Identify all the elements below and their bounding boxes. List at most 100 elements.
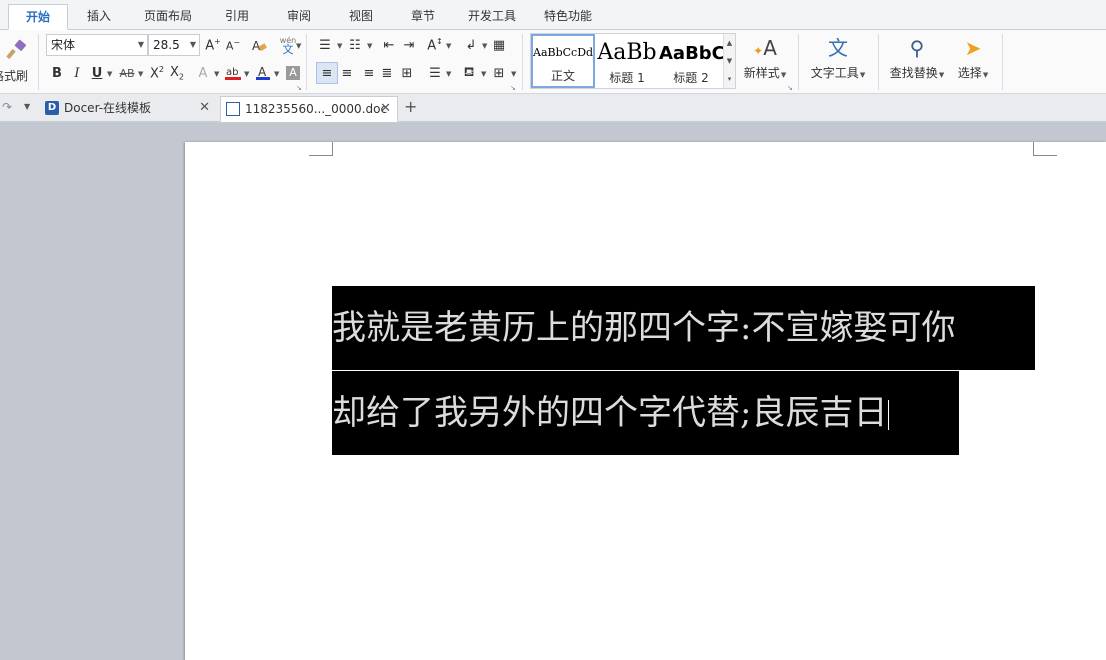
text-caret	[888, 400, 890, 430]
selected-text-line[interactable]: 却给了我另外的四个字代替;良辰吉日	[332, 371, 959, 455]
more-styles-icon[interactable]: ▾	[724, 70, 735, 88]
tab-home[interactable]: 开始	[8, 4, 68, 30]
decrease-indent-button[interactable]: ⇤	[378, 34, 400, 56]
pinyin-char: 文	[282, 43, 294, 56]
style-heading-2-label: 标题 2	[673, 71, 709, 85]
new-style-icon: ✦A	[753, 36, 777, 60]
scroll-up-icon[interactable]: ▲	[724, 34, 735, 52]
italic-button[interactable]: I	[66, 62, 88, 84]
document-page[interactable]: 我就是老黄历上的那四个字:不宣嫁娶可你 却给了我另外的四个字代替;良辰吉日	[185, 142, 1106, 660]
style-heading-1[interactable]: AaBb 标题 1	[595, 34, 659, 88]
text-tools-label: 文字工具	[810, 66, 859, 80]
new-style-button[interactable]: ✦A 新样式▼	[740, 32, 790, 90]
chevron-down-icon: ▼	[189, 40, 196, 49]
format-painter-button[interactable]: 格式刷	[0, 32, 34, 90]
chevron-down-icon: ▼	[244, 70, 250, 78]
tab-document-label: 118235560..._0000.doc	[245, 102, 388, 116]
style-normal-label: 正文	[550, 69, 575, 83]
line-spacing-icon: ☰	[429, 65, 441, 81]
sort-button[interactable]: ↲	[460, 34, 482, 56]
tab-features[interactable]: 特色功能	[536, 4, 600, 30]
line-spacing-button[interactable]: ☰	[424, 62, 446, 84]
document-workspace: 我就是老黄历上的那四个字:不宣嫁娶可你 却给了我另外的四个字代替;良辰吉日	[0, 123, 1106, 660]
close-icon[interactable]: ✕	[199, 96, 210, 120]
redo-icon[interactable]: ↷	[2, 100, 12, 114]
chevron-down-icon: ▼	[367, 42, 373, 50]
eraser-icon: A	[252, 39, 267, 53]
outdent-icon: ⇤	[383, 37, 395, 53]
highlight-button[interactable]: ab	[222, 62, 244, 84]
bullet-list-icon: ☰	[319, 37, 331, 53]
dialog-launcher-icon[interactable]: ↘	[787, 84, 793, 92]
shrink-font-button[interactable]: A−	[222, 34, 244, 56]
chevron-down-icon: ▼	[982, 71, 989, 79]
dialog-launcher-icon[interactable]: ↘	[296, 84, 302, 92]
chevron-down-icon: ▼	[107, 70, 113, 78]
numbering-button[interactable]: ☷	[344, 34, 366, 56]
close-icon[interactable]: ✕	[380, 97, 391, 121]
chevron-down-icon: ▼	[859, 71, 866, 79]
strikethrough-button[interactable]: AB	[116, 62, 138, 84]
tab-insert[interactable]: 插入	[74, 4, 124, 30]
style-normal-preview: AaBbCcDd	[533, 46, 593, 59]
tab-section[interactable]: 章节	[398, 4, 448, 30]
grow-font-button[interactable]: A+	[202, 34, 224, 56]
svg-text:A: A	[258, 65, 267, 79]
subscript-icon: X2	[170, 64, 184, 82]
increase-indent-button[interactable]: ⇥	[398, 34, 420, 56]
style-normal[interactable]: AaBbCcDd 正文	[531, 34, 595, 88]
text-effect-button[interactable]: A	[192, 62, 214, 84]
menu-bar: 开始 插入 页面布局 引用 审阅 视图 章节 开发工具 特色功能	[0, 0, 1106, 30]
indent-icon: ⇥	[403, 37, 415, 53]
chevron-down-icon: ▼	[337, 42, 343, 50]
style-heading-2-preview: AaBbC	[659, 43, 723, 64]
tab-references[interactable]: 引用	[212, 4, 262, 30]
format-painter-label: 格式刷	[0, 68, 28, 83]
font-size-combo[interactable]: 28.5 ▼	[148, 34, 200, 56]
clear-format-button[interactable]: A	[248, 34, 270, 56]
scroll-down-icon[interactable]: ▼	[724, 52, 735, 70]
tab-docer[interactable]: D Docer-在线模板 ✕	[40, 96, 216, 122]
bold-icon: B	[52, 65, 62, 81]
font-color-button[interactable]: A	[252, 62, 274, 84]
text-tools-button[interactable]: 文 文字工具▼	[806, 32, 870, 90]
borders-button[interactable]: ⊞	[488, 62, 510, 84]
underline-button[interactable]: U	[86, 62, 108, 84]
style-heading-1-label: 标题 1	[609, 71, 645, 85]
chevron-down-icon: ▼	[138, 70, 144, 78]
tab-document[interactable]: 118235560..._0000.doc ✕	[220, 96, 398, 122]
tab-view[interactable]: 视图	[336, 4, 386, 30]
bullets-button[interactable]: ☰	[314, 34, 336, 56]
binoculars-icon: ⚲	[909, 36, 925, 60]
superscript-button[interactable]: X2	[146, 62, 168, 84]
shading-button[interactable]: ⛾	[458, 62, 480, 84]
align-center-button[interactable]: ≡	[336, 62, 358, 84]
text-line-2: 却给了我另外的四个字代替;良辰吉日	[332, 393, 888, 433]
selected-text-line[interactable]: 我就是老黄历上的那四个字:不宣嫁娶可你	[332, 286, 1035, 370]
tab-developer[interactable]: 开发工具	[460, 4, 524, 30]
dialog-launcher-icon[interactable]: ↘	[510, 84, 516, 92]
chevron-down-icon[interactable]: ▼	[24, 102, 30, 111]
distributed-button[interactable]: ⊞	[396, 62, 418, 84]
select-button[interactable]: ➤ 选择▼	[952, 32, 994, 90]
find-replace-label: 查找替换	[889, 66, 938, 80]
justify-button[interactable]: ≣	[376, 62, 398, 84]
find-replace-button[interactable]: ⚲ 查找替换▼	[886, 32, 948, 90]
chevron-down-icon: ▼	[482, 42, 488, 50]
style-heading-2[interactable]: AaBbC 标题 2	[659, 34, 723, 88]
docer-icon: D	[45, 101, 59, 115]
font-name-combo[interactable]: 宋体 ▼	[46, 34, 148, 56]
tab-page-layout[interactable]: 页面布局	[136, 4, 200, 30]
char-shading-button[interactable]: A	[282, 62, 304, 84]
superscript-icon: X2	[150, 64, 164, 82]
svg-text:A: A	[252, 39, 261, 53]
table-button[interactable]: ▦	[488, 34, 510, 56]
align-left-button[interactable]: ≡	[316, 62, 338, 84]
subscript-button[interactable]: X2	[166, 62, 188, 84]
justify-icon: ≣	[381, 65, 393, 81]
change-case-button[interactable]: A↕	[424, 34, 446, 56]
new-tab-button[interactable]: +	[404, 97, 417, 116]
tab-review[interactable]: 审阅	[274, 4, 324, 30]
styles-scroll[interactable]: ▲ ▼ ▾	[723, 34, 735, 88]
bold-button[interactable]: B	[46, 62, 68, 84]
